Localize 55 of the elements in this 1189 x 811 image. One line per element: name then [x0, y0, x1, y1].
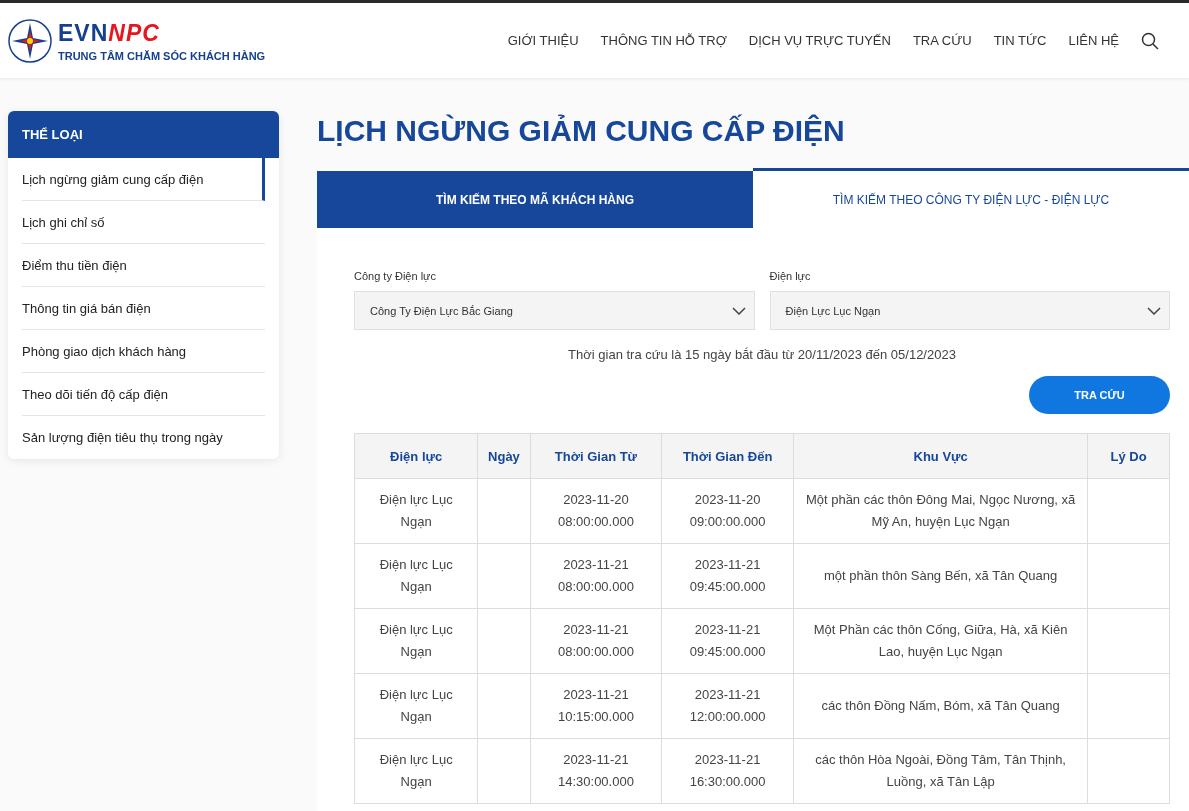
table-cell: 2023-11-21 14:30:00.000 [530, 738, 662, 804]
search-tab[interactable]: TÌM KIẾM THEO CÔNG TY ĐIỆN LỰC - ĐIỆN LỰC [753, 168, 1189, 228]
table-cell: Điện lực Lục Ngạn [354, 738, 478, 804]
dropdown-field[interactable]: Công Ty Điện Lực Bắc Giang [354, 291, 755, 330]
nav-link[interactable]: LIÊN HỆ [1068, 33, 1119, 48]
table-cell: một phần thôn Sàng Bến, xã Tân Quang [793, 543, 1088, 609]
table-cell: 2023-11-21 08:00:00.000 [530, 543, 662, 609]
search-button[interactable]: TRA CỨU [1029, 376, 1170, 414]
chevron-icon [731, 306, 746, 315]
sidebar-item[interactable]: Thông tin giá bán điện [22, 287, 265, 330]
search-note: Thời gian tra cứu là 15 ngày bắt đầu từ 20/11/2023 đến 05/12/2023 [567, 347, 957, 362]
column-header: Điện lực [354, 433, 478, 479]
chevron-icon [1147, 306, 1161, 315]
nav-link[interactable]: GIỚI THIỆU [507, 33, 579, 48]
table-cell: Điện lực Lục Ngạn [354, 543, 478, 609]
table-cell: 2023-11-21 09:45:00.000 [661, 543, 794, 609]
column-header: Thời Gian Từ [530, 433, 662, 479]
table-cell: 2023-11-21 12:00:00.000 [661, 673, 794, 739]
field-label: Công ty Điện lực [354, 270, 436, 282]
table-cell: 2023-11-21 16:30:00.000 [661, 738, 794, 804]
page-title: LỊCH NGỪNG GIẢM CUNG CẤP ĐIỆN [317, 113, 846, 148]
dropdown-field[interactable]: Điện Lực Lục Ngạn [769, 291, 1170, 330]
column-header: Ngày [477, 433, 531, 479]
table-cell: Điện lực Lục Ngạn [354, 478, 478, 544]
field-label: Điện lực [769, 270, 811, 282]
column-header: Thời Gian Đến [661, 433, 794, 479]
search-icon[interactable] [1141, 31, 1159, 50]
table-cell: 2023-11-20 09:00:00.000 [661, 478, 794, 544]
sidebar-item[interactable]: Phòng giao dịch khách hàng [22, 330, 265, 373]
table-cell: Một phần các thôn Đông Mai, Ngọc Nương, xã Mỹ An, huyện Lục Ngạn [793, 478, 1088, 544]
nav-link[interactable]: DỊCH VỤ TRỰC TUYẾN [748, 33, 891, 48]
brand-name: EVNNPC [58, 19, 161, 46]
column-header: Lý Do [1087, 433, 1170, 479]
table-cell: 2023-11-21 09:45:00.000 [661, 608, 794, 674]
nav-link[interactable]: TIN TỨC [993, 33, 1047, 48]
table-cell: Điện lực Lục Ngạn [354, 608, 478, 674]
table-cell: các thôn Hòa Ngoài, Đồng Tâm, Tân Thịnh, Luồng, xã Tân Lập [793, 738, 1088, 804]
table-cell: Điện lực Lục Ngạn [354, 673, 478, 739]
sidebar-item[interactable]: Sản lượng điện tiêu thụ trong ngày [22, 416, 265, 458]
table-cell: 2023-11-20 08:00:00.000 [530, 478, 662, 544]
sidebar-title: THỂ LOẠI [8, 111, 279, 158]
sidebar-item[interactable]: Điểm thu tiền điện [22, 244, 265, 287]
table-cell: các thôn Đồng Nấm, Bóm, xã Tân Quang [793, 673, 1088, 739]
brand-subtitle: TRUNG TÂM CHĂM SÓC KHÁCH HÀNG [58, 49, 266, 62]
table-cell: 2023-11-21 08:00:00.000 [530, 608, 662, 674]
star-logo-icon [8, 18, 52, 63]
sidebar-item[interactable]: Lịch ghi chỉ số [22, 201, 265, 244]
sidebar-item[interactable]: Theo dõi tiến độ cấp điện [22, 373, 265, 416]
nav-link[interactable]: THÔNG TIN HỖ TRỢ [600, 33, 727, 48]
nav-link[interactable]: TRA CỨU [912, 33, 972, 48]
column-header: Khu Vực [793, 433, 1088, 479]
table-cell: Một Phần các thôn Cống, Giữa, Hà, xã Kiên Lao, huyện Lục Ngạn [793, 608, 1088, 674]
search-tab[interactable]: TÌM KIẾM THEO MÃ KHÁCH HÀNG [317, 168, 753, 228]
table-cell: 2023-11-21 10:15:00.000 [530, 673, 662, 739]
sidebar-item[interactable]: Lịch ngừng giảm cung cấp điện [22, 158, 265, 201]
